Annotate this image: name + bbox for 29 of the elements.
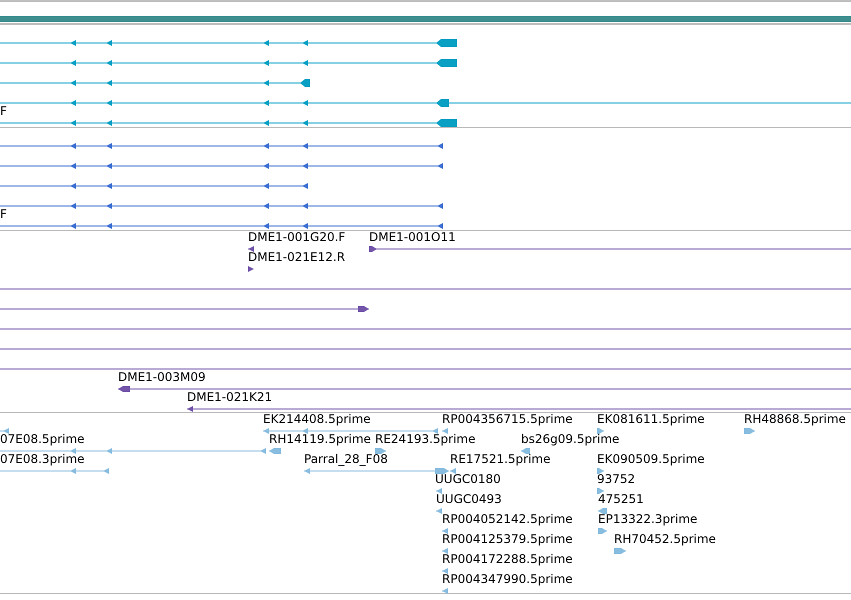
feature-label: RP004356715.5prime bbox=[442, 412, 573, 426]
feature-label: EK090509.5prime bbox=[597, 452, 705, 466]
feature-label: DME1-001O11 bbox=[369, 230, 456, 244]
feature-label: 93752 bbox=[597, 472, 636, 486]
feature-label: EK081611.5prime bbox=[597, 412, 705, 426]
feature-label: EP13322.3prime bbox=[598, 512, 698, 526]
feature-label: RP004347990.5prime bbox=[442, 572, 573, 586]
feature-label: RP004125379.5prime bbox=[442, 532, 573, 546]
feature-label: RE17521.5prime bbox=[450, 452, 550, 466]
feature-label: RP004172288.5prime bbox=[442, 552, 573, 566]
feature-label: Parral_28_F08 bbox=[304, 452, 388, 466]
feature-label: F bbox=[0, 104, 7, 118]
feature-label: 07E08.5prime bbox=[0, 432, 85, 446]
feature-label: 07E08.3prime bbox=[0, 452, 85, 466]
feature-label: RH48868.5prime bbox=[744, 412, 846, 426]
feature-label: EK214408.5prime bbox=[263, 412, 371, 426]
feature-label: RP004052142.5prime bbox=[442, 512, 573, 526]
feature-label: UUGC0180 bbox=[435, 472, 501, 486]
feature-label: RH14119.5prime bbox=[269, 432, 371, 446]
feature-label: F bbox=[0, 207, 7, 221]
feature-label: RH70452.5prime bbox=[614, 532, 716, 546]
feature-label: DME1-001G20.F bbox=[248, 230, 346, 244]
feature-label: bs26g09.5prime bbox=[521, 432, 620, 446]
feature-label: 475251 bbox=[598, 492, 644, 506]
feature-label: DME1-003M09 bbox=[118, 370, 206, 384]
feature-label: DME1-021K21 bbox=[187, 390, 272, 404]
feature-label: UUGC0493 bbox=[436, 492, 502, 506]
feature-label: DME1-021E12.R bbox=[248, 250, 346, 264]
feature-label: RE24193.5prime bbox=[375, 432, 476, 446]
